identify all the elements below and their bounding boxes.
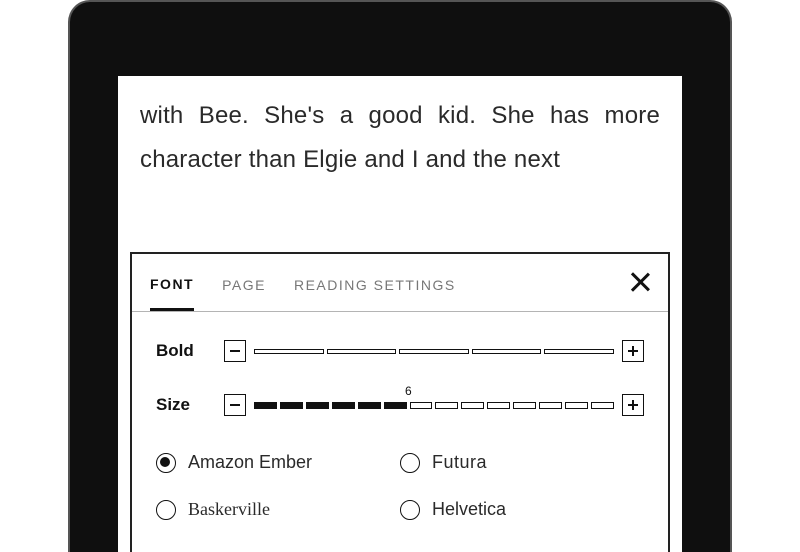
ereader-screen: with Bee. She's a good kid. She has more… (118, 76, 682, 552)
font-option-label: Futura (432, 452, 487, 473)
size-decrease-button[interactable] (224, 394, 246, 416)
settings-tabbar: FONT PAGE READING SETTINGS (132, 254, 668, 312)
size-segment (332, 402, 355, 409)
font-option-baskerville[interactable]: Baskerville (156, 499, 400, 520)
radio-icon (400, 453, 420, 473)
bold-segment (254, 349, 324, 354)
font-option-label: Helvetica (432, 499, 506, 520)
size-segment (435, 402, 458, 409)
size-segment (539, 402, 562, 409)
bold-segment (399, 349, 469, 354)
font-option-label: Baskerville (188, 499, 270, 520)
bold-label: Bold (156, 341, 224, 361)
font-option-label: Amazon Ember (188, 452, 312, 473)
radio-icon (156, 500, 176, 520)
tab-font[interactable]: FONT (150, 256, 194, 311)
size-segment (487, 402, 510, 409)
bold-slider[interactable] (254, 349, 614, 354)
tab-page[interactable]: PAGE (222, 257, 266, 309)
size-segment (306, 402, 329, 409)
bold-segment (544, 349, 614, 354)
bold-increase-button[interactable] (622, 340, 644, 362)
size-segment (461, 402, 484, 409)
size-segment (513, 402, 536, 409)
bold-decrease-button[interactable] (224, 340, 246, 362)
bold-row: Bold (156, 340, 644, 362)
size-slider[interactable]: 6 (254, 402, 614, 409)
radio-icon (156, 453, 176, 473)
size-segment (565, 402, 588, 409)
radio-icon (400, 500, 420, 520)
tab-reading-settings[interactable]: READING SETTINGS (294, 257, 456, 309)
size-segment (280, 402, 303, 409)
font-option-amazon-ember[interactable]: Amazon Ember (156, 452, 400, 473)
close-icon[interactable] (626, 268, 654, 296)
book-body-text: with Bee. She's a good kid. She has more… (118, 76, 682, 183)
font-option-helvetica[interactable]: Helvetica (400, 499, 644, 520)
size-increase-button[interactable] (622, 394, 644, 416)
size-segment (591, 402, 614, 409)
size-value-indicator: 6 (405, 384, 412, 398)
font-family-options: Amazon Ember Futura Baskerville Helvetica (156, 448, 644, 546)
size-segment (254, 402, 277, 409)
font-panel-body: Bold Size 6 Amazon Ember Futura Baskervill… (132, 312, 668, 546)
size-segment (410, 402, 433, 409)
size-row: Size 6 (156, 394, 644, 416)
size-segment (358, 402, 381, 409)
size-label: Size (156, 395, 224, 415)
bold-segment (327, 349, 397, 354)
font-option-futura[interactable]: Futura (400, 452, 644, 473)
bold-segment (472, 349, 542, 354)
display-settings-panel: FONT PAGE READING SETTINGS Bold Size 6 A… (130, 252, 670, 552)
size-segment (384, 402, 407, 409)
